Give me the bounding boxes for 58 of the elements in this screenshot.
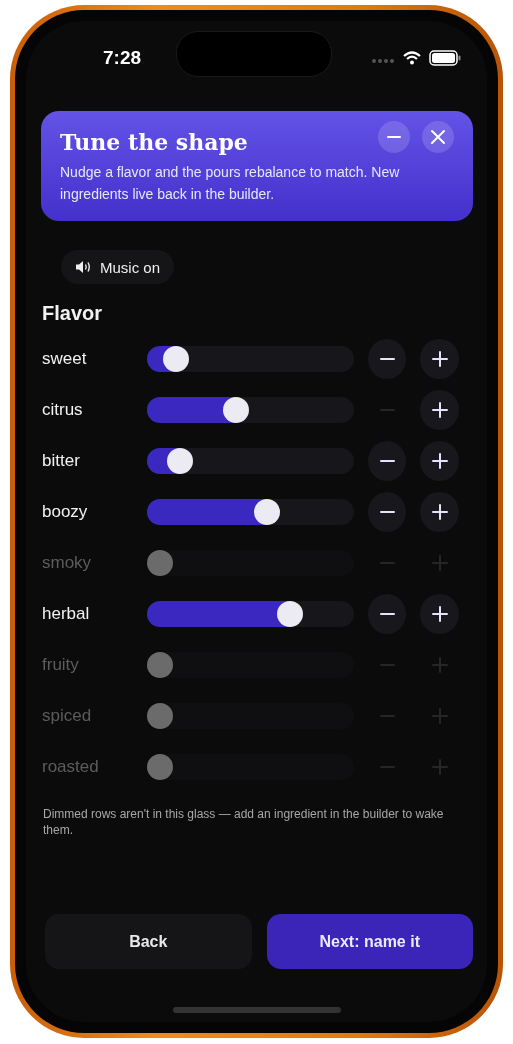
minus-icon (379, 459, 395, 462)
plus-icon (430, 604, 449, 623)
slider-thumb[interactable] (146, 549, 173, 576)
slider-thumb[interactable] (167, 447, 194, 474)
signal-icon (371, 57, 395, 64)
plus-icon (430, 349, 449, 368)
flavor-label: sweet (41, 348, 88, 369)
flavor-label: fruity (41, 654, 80, 675)
battery-icon (429, 50, 461, 66)
plus-icon (430, 553, 449, 572)
flavor-label: roasted (41, 756, 100, 777)
minus-icon (379, 612, 395, 615)
slider-thumb[interactable] (146, 753, 173, 780)
slider-track[interactable] (146, 702, 354, 729)
next-button[interactable]: Next: name it (266, 914, 473, 969)
slider-track[interactable] (146, 549, 354, 576)
flavor-label: smoky (41, 552, 93, 573)
plus-icon (430, 502, 449, 521)
flavor-label: boozy (41, 501, 89, 522)
plus-icon (430, 655, 449, 674)
banner-text: Nudge a flavor and the pours rebalance to match. New ingredients live back in the builder. (60, 163, 401, 204)
slider-track[interactable] (146, 498, 354, 525)
wifi-icon (403, 51, 421, 65)
flavor-label: spiced (41, 705, 93, 726)
minimize-button[interactable] (378, 121, 410, 153)
minus-icon (387, 136, 401, 138)
plus-icon (430, 451, 449, 470)
slider-track[interactable] (146, 396, 354, 423)
plus-icon (430, 400, 449, 419)
flavor-label: herbal (41, 603, 91, 624)
banner-title: Tune the shape (60, 129, 248, 155)
slider-thumb[interactable] (254, 498, 280, 525)
section-title: Flavor (42, 302, 104, 325)
flavor-label: bitter (41, 450, 81, 471)
slider-track[interactable] (146, 345, 354, 372)
plus-icon (430, 757, 449, 776)
slider-track[interactable] (146, 600, 354, 627)
close-icon (430, 129, 446, 145)
slider-track[interactable] (146, 651, 354, 678)
increase-button[interactable] (420, 389, 459, 430)
flavor-label: citrus (41, 399, 84, 420)
slider-track[interactable] (146, 447, 354, 474)
plus-icon (430, 706, 449, 725)
slider-thumb[interactable] (146, 651, 173, 678)
increase-button[interactable] (420, 491, 459, 532)
status-time: 7:28 (103, 47, 142, 69)
close-button[interactable] (422, 121, 454, 153)
increase-button[interactable] (420, 440, 459, 481)
minus-icon (379, 510, 395, 513)
footnote-text: Dimmed rows aren't in this glass — add an ingredient in the builder to wake them. (43, 806, 445, 838)
slider-track[interactable] (146, 753, 354, 780)
minus-icon (379, 357, 395, 360)
slider-thumb[interactable] (146, 702, 173, 729)
speaker-icon (75, 260, 92, 274)
increase-button[interactable] (420, 338, 459, 379)
back-button[interactable]: Back (45, 914, 252, 969)
increase-button[interactable] (420, 593, 459, 634)
music-toggle[interactable]: Music on (61, 250, 175, 284)
